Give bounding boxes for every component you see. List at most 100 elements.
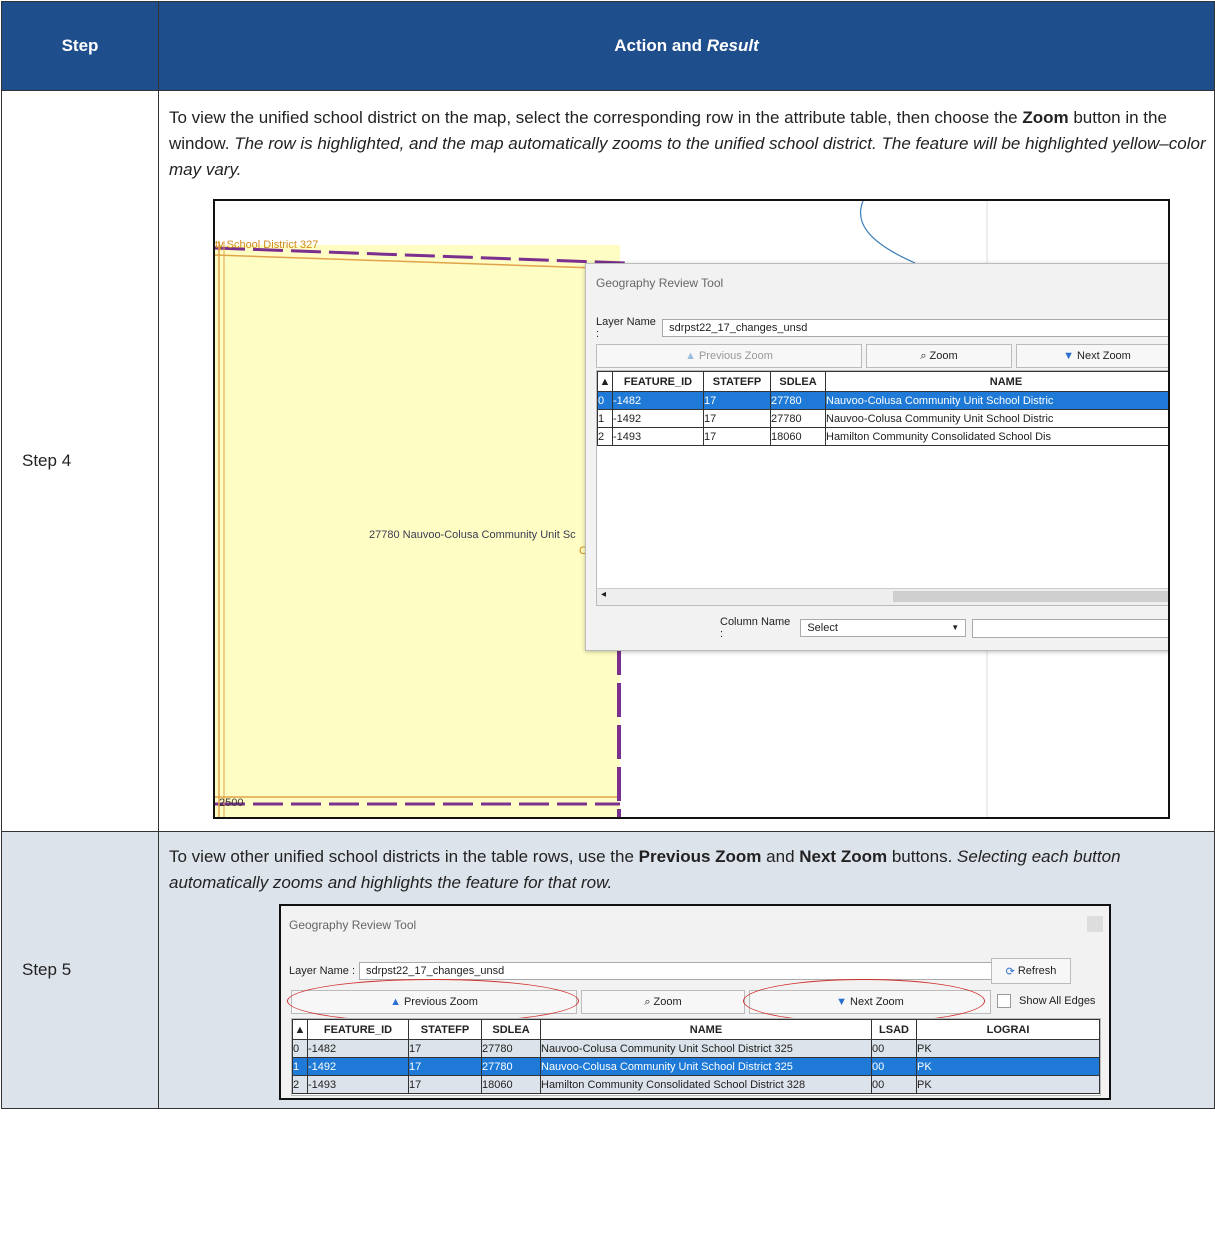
magnifier-icon: ⌕ (644, 995, 651, 1008)
cell-lograd: PK (916, 1057, 1100, 1076)
next-zoom-button[interactable]: ▼ Next Zoom (1016, 344, 1168, 368)
map-label-top: ty School District 327 (215, 239, 319, 251)
step4-result-text: The row is highlighted, and the map auto… (169, 134, 1206, 179)
map-label-bottom: 2500 (219, 797, 244, 809)
row-index-header[interactable]: ▲ (292, 1019, 308, 1040)
sort-ascending-icon: ▲ (294, 1023, 306, 1036)
col-name[interactable]: NAME (540, 1019, 872, 1040)
refresh-button[interactable]: ⟳ Refresh (991, 958, 1071, 984)
cell-statefp: 17 (703, 409, 771, 428)
row-index: 2 (597, 427, 613, 446)
sort-ascending-icon: ▲ (599, 375, 611, 388)
cell-feature-id: -1492 (612, 409, 704, 428)
layer-name-row: Layer Name : sdrpst22_17_changes_unsd (596, 316, 1168, 340)
cell-sdlea: 27780 (481, 1057, 541, 1076)
cell-lsad: 00 (871, 1039, 917, 1058)
step5-label-text: Step 5 (22, 960, 72, 979)
cell-name: Hamilton Community Consolidated School D… (825, 427, 1168, 446)
col-statefp[interactable]: STATEFP (408, 1019, 482, 1040)
instruction-table: Step Action and Result Step 4 To view th… (1, 1, 1215, 1109)
layer-name-dropdown[interactable]: sdrpst22_17_changes_unsd▼ (359, 962, 1014, 980)
col-sdlea[interactable]: SDLEA (481, 1019, 541, 1040)
cell-feature-id: -1482 (612, 391, 704, 410)
layer-name-value: sdrpst22_17_changes_unsd (366, 965, 505, 977)
triangle-down-icon: ▼ (1063, 350, 1075, 362)
cell-statefp: 17 (408, 1075, 482, 1094)
row-index: 1 (597, 409, 613, 428)
column-value-input[interactable] (972, 618, 1168, 638)
row-index-header[interactable]: ▲ (597, 371, 613, 392)
column-name-value: Select (807, 622, 838, 634)
cell-feature-id: -1492 (307, 1057, 409, 1076)
step5-row: Step 5 To view other unified school dist… (1, 831, 1215, 1109)
cell-sdlea: 18060 (481, 1075, 541, 1094)
table-row[interactable]: 0 -1482 17 27780 Nauvoo-Colusa Community… (292, 1039, 1100, 1058)
attribute-table: ▲ FEATURE_ID STATEFP SDLEA NAME 0 -1482 … (596, 370, 1168, 606)
step4-screenshot: ty School District 327 27780 Nauvoo-Colu… (213, 199, 1170, 819)
highlight-ellipse-previous (287, 979, 579, 1023)
step4-label: Step 4 (1, 90, 159, 832)
col-lsad[interactable]: LSAD (871, 1019, 917, 1040)
zoom-label: Zoom (929, 350, 958, 362)
table-row[interactable]: 1 -1492 17 27780 Nauvoo-Colusa Community… (292, 1057, 1100, 1076)
step4-text-1: To view the unified school district on t… (169, 108, 1023, 127)
window-title: Geography Review Tool (596, 276, 724, 290)
attribute-table-header: ▲ FEATURE_ID STATEFP SDLEA NAME (597, 371, 1168, 392)
step4-instructions: To view the unified school district on t… (159, 91, 1214, 183)
previous-zoom-label: Previous Zoom (698, 350, 773, 362)
scrollbar-thumb[interactable] (893, 591, 1168, 602)
step-header-text: Step (61, 36, 99, 55)
column-name-row: Column Name : Select ▼ (720, 616, 1168, 640)
checkbox-box[interactable] (997, 994, 1011, 1008)
layer-name-label: Layer Name : (289, 965, 356, 977)
cell-feature-id: -1493 (612, 427, 704, 446)
table-row[interactable]: 2 -1493 17 18060 Hamilton Community Cons… (597, 427, 1168, 446)
step5-text-1: To view other unified school districts i… (169, 847, 639, 866)
close-icon[interactable] (1087, 916, 1103, 932)
column-name-label: Column Name : (720, 616, 791, 640)
next-zoom-label: Next Zoom (1077, 350, 1131, 362)
horizontal-scrollbar[interactable]: ◂ (597, 588, 1168, 605)
table-row[interactable]: 2 -1493 17 18060 Hamilton Community Cons… (292, 1075, 1100, 1094)
magnifier-icon: ⌕ (920, 349, 927, 362)
col-feature-id[interactable]: FEATURE_ID (307, 1019, 409, 1040)
column-name-select[interactable]: Select ▼ (800, 619, 967, 637)
step5-text-next: Next Zoom (799, 847, 888, 866)
cell-name: Nauvoo-Colusa Community Unit School Dist… (825, 391, 1168, 410)
highlight-ellipse-next (743, 979, 985, 1023)
cell-statefp: 17 (703, 427, 771, 446)
cell-lsad: 00 (871, 1075, 917, 1094)
zoom-button[interactable]: ⌕ Zoom (866, 344, 1012, 368)
col-name[interactable]: NAME (825, 371, 1168, 392)
action-column-header: Action and Result (158, 1, 1215, 91)
step5-content: To view other unified school districts i… (158, 831, 1215, 1109)
row-index: 0 (597, 391, 613, 410)
previous-zoom-button[interactable]: ▲ Previous Zoom (596, 344, 862, 368)
row-index: 2 (292, 1075, 308, 1094)
scroll-left-icon[interactable]: ◂ (601, 589, 606, 600)
show-all-edges-label: Show All Edges (1019, 995, 1096, 1007)
cell-lograd: PK (916, 1039, 1100, 1058)
col-feature-id[interactable]: FEATURE_ID (612, 371, 704, 392)
zoom-button[interactable]: ⌕ Zoom (581, 990, 745, 1014)
show-all-edges-checkbox[interactable]: Show All Edges (997, 994, 1095, 1008)
step4-row: Step 4 To view the unified school distri… (1, 90, 1215, 832)
col-lograd[interactable]: LOGRAI (916, 1019, 1100, 1040)
cell-name: Nauvoo-Colusa Community Unit School Dist… (540, 1039, 872, 1058)
step5-instructions: To view other unified school districts i… (159, 832, 1214, 896)
col-sdlea[interactable]: SDLEA (770, 371, 826, 392)
table-row[interactable]: 1 -1492 17 27780 Nauvoo-Colusa Community… (597, 409, 1168, 428)
action-header-text: Action and (614, 36, 707, 55)
table-row[interactable]: 0 -1482 17 27780 Nauvoo-Colusa Community… (597, 391, 1168, 410)
step5-screenshot: Geography Review Tool Layer Name : sdrps… (279, 904, 1111, 1100)
step4-content: To view the unified school district on t… (158, 90, 1215, 832)
window-title: Geography Review Tool (289, 918, 417, 932)
cell-sdlea: 27780 (770, 409, 826, 428)
layer-name-dropdown[interactable]: sdrpst22_17_changes_unsd (662, 319, 1168, 337)
map-label-district: 27780 Nauvoo-Colusa Community Unit Sc (369, 529, 576, 541)
col-statefp[interactable]: STATEFP (703, 371, 771, 392)
triangle-up-icon: ▲ (685, 350, 696, 362)
layer-name-label: Layer Name : (596, 316, 656, 340)
step4-text-zoom: Zoom (1022, 108, 1069, 127)
cell-feature-id: -1482 (307, 1039, 409, 1058)
